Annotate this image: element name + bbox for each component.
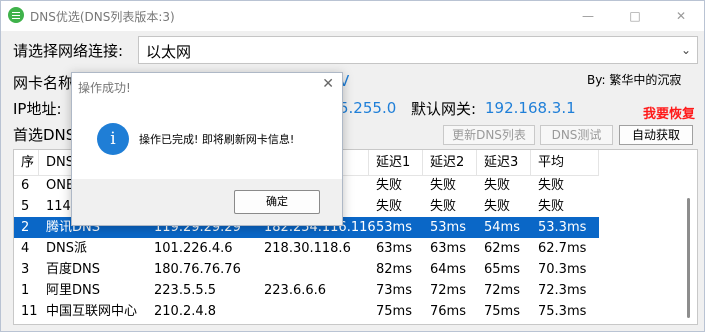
success-dialog: 操作成功! ✕ i 操作已完成! 即将刷新网卡信息! 确定 (71, 72, 343, 226)
cell-index: 11 (21, 304, 38, 319)
update-dns-list-button[interactable]: 更新DNS列表 (443, 125, 535, 145)
cell-latency2: 64ms (430, 262, 466, 277)
cell-latency2: 失败 (430, 178, 457, 193)
cell-index: 2 (21, 220, 30, 235)
ip-label: IP地址: (13, 100, 62, 118)
cell-average: 失败 (538, 199, 565, 214)
adapter-label: 网卡名称 (13, 74, 74, 92)
chevron-down-icon[interactable]: ⌄ (681, 43, 691, 57)
cell-dns-name: ONE (46, 178, 75, 193)
cell-latency3: 75ms (484, 304, 520, 319)
dialog-title: 操作成功! (78, 81, 131, 95)
dialog-message: 操作已完成! 即将刷新网卡信息! (139, 133, 295, 146)
dialog-close-button[interactable]: ✕ (322, 76, 334, 92)
cell-primary: 223.5.5.5 (154, 283, 217, 298)
title-bar: DNS优选(DNS列表版本:3) — □ ✕ (1, 1, 704, 31)
cell-average: 70.3ms (538, 262, 587, 277)
cell-latency3: 54ms (484, 220, 520, 235)
info-icon: i (97, 123, 129, 155)
gateway-label: 默认网关: (411, 100, 477, 118)
cell-latency1: 75ms (376, 304, 412, 319)
cell-index: 1 (21, 283, 30, 298)
table-row[interactable]: 3 百度DNS 180.76.76.76 82ms 64ms 65ms 70.3… (14, 259, 599, 280)
cell-latency1: 失败 (376, 199, 403, 214)
cell-average: 72.3ms (538, 283, 587, 298)
cell-latency1: 73ms (376, 283, 412, 298)
cell-primary: 180.76.76.76 (154, 262, 241, 277)
cell-latency3: 72ms (484, 283, 520, 298)
cell-dns-name: 中国互联网中心 (46, 304, 138, 319)
cell-average: 53.3ms (538, 220, 587, 235)
preferred-dns-label: 首选DNS (13, 126, 76, 144)
cell-secondary: 218.30.118.6 (264, 241, 351, 256)
vertical-scrollbar[interactable] (687, 198, 690, 318)
cell-secondary (257, 301, 264, 322)
auto-obtain-button[interactable]: 自动获取 (619, 125, 693, 145)
ok-button[interactable]: 确定 (234, 190, 320, 214)
cell-latency2: 53ms (430, 220, 466, 235)
table-row[interactable]: 1 阿里DNS 223.5.5.5 223.6.6.6 73ms 72ms 72… (14, 280, 599, 301)
cell-latency3: 失败 (484, 199, 511, 214)
dialog-footer: 确定 (72, 179, 342, 225)
connection-select[interactable]: 以太网 ⌄ (138, 36, 698, 64)
cell-latency1: 82ms (376, 262, 412, 277)
header-latency3[interactable]: 延迟3 (477, 150, 531, 175)
cell-average: 失败 (538, 178, 565, 193)
minimize-button[interactable]: — (565, 3, 611, 29)
cell-dns-name: DNS派 (46, 241, 87, 256)
cell-dns-name: 百度DNS (46, 262, 100, 277)
gateway-value: 192.168.3.1 (485, 99, 576, 117)
author-credit: By: 繁华中的沉寂 (587, 73, 682, 87)
cell-latency1: 失败 (376, 178, 403, 193)
cell-dns-name: 阿里DNS (46, 283, 100, 298)
cell-index: 3 (21, 262, 30, 277)
cell-latency1: 53ms (376, 220, 412, 235)
cell-latency3: 失败 (484, 178, 511, 193)
header-average[interactable]: 平均 (531, 150, 599, 175)
cell-latency3: 62ms (484, 241, 520, 256)
cell-primary: 101.226.4.6 (154, 241, 233, 256)
cell-index: 6 (21, 178, 30, 193)
dns-test-button[interactable]: DNS测试 (540, 125, 613, 145)
window-title: DNS优选(DNS列表版本:3) (30, 10, 175, 24)
cell-index: 5 (21, 199, 30, 214)
cell-latency2: 63ms (430, 241, 466, 256)
header-index[interactable]: 序 (14, 150, 39, 175)
subnet-mask-value: 5.255.0 (339, 99, 397, 117)
connection-label: 请选择网络连接: (13, 42, 124, 60)
connection-select-value: 以太网 (146, 43, 192, 61)
restore-link[interactable]: 我要恢复 (643, 103, 695, 122)
main-window: DNS优选(DNS列表版本:3) — □ ✕ 请选择网络连接: 以太网 ⌄ 网卡… (0, 0, 705, 332)
cell-average: 75.3ms (538, 304, 587, 319)
table-row[interactable]: 11 中国互联网中心 210.2.4.8 75ms 76ms 75ms 75.3… (14, 301, 599, 322)
cell-average: 62.7ms (538, 241, 587, 256)
header-latency1[interactable]: 延迟1 (369, 150, 423, 175)
cell-primary: 210.2.4.8 (154, 304, 217, 319)
cell-latency2: 76ms (430, 304, 466, 319)
app-icon (8, 7, 24, 23)
cell-secondary (257, 259, 264, 280)
cell-latency1: 63ms (376, 241, 412, 256)
cell-latency2: 72ms (430, 283, 466, 298)
maximize-button[interactable]: □ (612, 3, 658, 29)
cell-secondary: 223.6.6.6 (264, 283, 327, 298)
cell-index: 4 (21, 241, 30, 256)
close-button[interactable]: ✕ (658, 3, 704, 29)
cell-latency3: 65ms (484, 262, 520, 277)
cell-latency2: 失败 (430, 199, 457, 214)
header-latency2[interactable]: 延迟2 (423, 150, 477, 175)
table-row[interactable]: 4 DNS派 101.226.4.6 218.30.118.6 63ms 63m… (14, 238, 599, 259)
